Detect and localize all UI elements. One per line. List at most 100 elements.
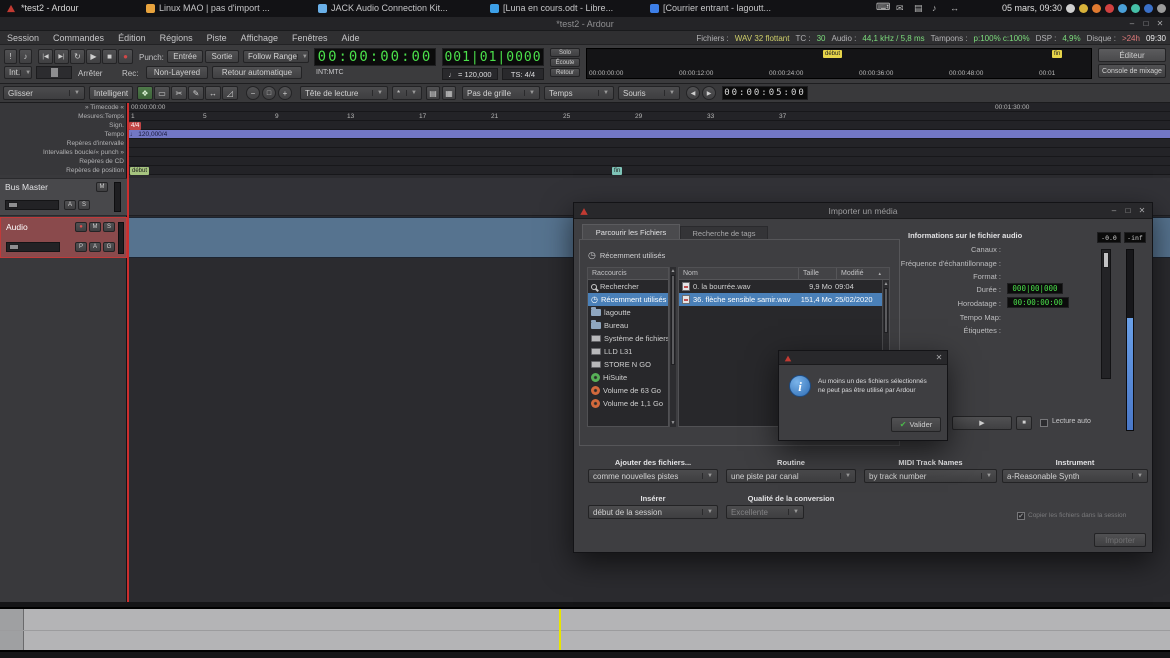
shortcut-home[interactable]: lagoutte <box>588 306 668 319</box>
ruler-label-timecode[interactable]: » Timecode « <box>0 103 124 112</box>
instrument-combo[interactable]: a-Reasonable Synth▼ <box>1002 469 1148 483</box>
preview-play-button[interactable]: ▶ <box>952 416 1012 430</box>
validate-button[interactable]: ✔ Valider <box>891 417 941 432</box>
loop-punch-ruler[interactable] <box>127 148 1170 157</box>
menu-commandes[interactable]: Commandes <box>46 33 111 43</box>
bus-s-button[interactable]: S <box>78 200 90 210</box>
stretch-tool-button[interactable]: ↔ <box>205 86 221 100</box>
shortcut-lld-l31[interactable]: LLD L31 <box>588 345 668 358</box>
mixer-window-button[interactable]: Console de mixage <box>1098 64 1166 78</box>
audio-track-header[interactable]: Audio ● M S P A G <box>0 217 127 258</box>
stop-button[interactable]: ■ <box>102 49 117 64</box>
track-a-button[interactable]: A <box>89 242 101 252</box>
range-tool-button[interactable]: ▭ <box>154 86 170 100</box>
zoom-fit-button[interactable]: □ <box>262 86 276 100</box>
ruler-label-range-markers[interactable]: Repères d'intervalle <box>0 139 124 148</box>
solo-button[interactable]: Solo <box>550 48 580 57</box>
goto-end-button[interactable]: ▶| <box>54 49 69 64</box>
shortcut-volume-63[interactable]: Volume de 63 Go <box>588 384 668 397</box>
start-marker[interactable]: début <box>130 167 149 175</box>
signature-marker[interactable]: 4/4 <box>129 122 141 130</box>
summary-strip[interactable] <box>0 607 1170 652</box>
mapping-combo[interactable]: une piste par canal▼ <box>726 469 856 483</box>
secondary-clock[interactable]: 001|01|0000 <box>442 48 544 66</box>
loop-button[interactable]: ↻ <box>70 49 85 64</box>
follow-range-combo[interactable]: Follow Range▼ <box>243 50 309 63</box>
taskbar-item[interactable]: JACK Audio Connection Kit... <box>331 3 448 13</box>
tempo-display[interactable]: ♩ = 120,000 <box>442 68 498 80</box>
fader-thumb[interactable] <box>1103 252 1109 268</box>
layer-mode-button[interactable]: Non-Layered <box>146 66 208 79</box>
shortcut-hisuite[interactable]: HiSuite <box>588 371 668 384</box>
editor-window-button[interactable]: Éditeur <box>1098 48 1166 62</box>
shuttle-slider[interactable] <box>36 66 72 79</box>
play-button[interactable]: ▶ <box>86 49 101 64</box>
grid-config-button[interactable]: ▦ <box>442 86 456 100</box>
monitor-options-button[interactable]: ♪ <box>19 49 32 64</box>
record-button[interactable]: ● <box>118 49 133 64</box>
shortcut-desktop[interactable]: Bureau <box>588 319 668 332</box>
tab-search-tags[interactable]: Recherche de tags <box>680 226 768 240</box>
system-clock[interactable]: 05 mars, 09:30 <box>1002 3 1062 13</box>
menu-fenetres[interactable]: Fenêtres <box>285 33 335 43</box>
signature-ruler[interactable]: 4/4 <box>127 121 1170 130</box>
tray-app-icon[interactable] <box>1092 4 1101 13</box>
tray-app-icon[interactable] <box>1118 4 1127 13</box>
audition-tool-button[interactable]: ◿ <box>222 86 238 100</box>
track-p-button[interactable]: P <box>75 242 87 252</box>
nudge-clock[interactable]: 00:00:05:00 <box>722 86 808 100</box>
preview-stop-button[interactable]: ■ <box>1016 416 1032 430</box>
transport-minimap[interactable]: début fin 00:00:00:00 00:00:12:00 00:00:… <box>586 48 1092 79</box>
track-mute-button[interactable]: M <box>89 222 101 232</box>
track-g-button[interactable]: G <box>103 242 115 252</box>
shuttle-thumb[interactable] <box>51 68 58 77</box>
playhead-line[interactable] <box>127 103 129 602</box>
panel-tray-icon[interactable]: ▤ <box>914 3 923 14</box>
zoom-out-button[interactable]: − <box>246 86 260 100</box>
dialog-minimize-button[interactable]: – <box>1108 206 1120 215</box>
track-solo-button[interactable]: S <box>103 222 115 232</box>
window-close-button[interactable]: ✕ <box>1154 19 1166 28</box>
draw-tool-button[interactable]: ✎ <box>188 86 204 100</box>
meter-display[interactable]: TS: 4/4 <box>502 68 544 80</box>
bus-gain-fader[interactable] <box>5 200 59 210</box>
length-clock[interactable]: 000|00|000 <box>1007 283 1063 294</box>
taskbar-item[interactable]: [Luna en cours.odt - Libre... <box>503 3 613 13</box>
ruler-label-loop-punch[interactable]: Intervalles boucle/« punch » <box>0 148 124 157</box>
punch-out-button[interactable]: Sortie <box>205 50 239 63</box>
marker-combo[interactable]: *▼ <box>392 86 422 100</box>
bus-mute-button[interactable]: M <box>96 182 108 192</box>
minimap-end-marker[interactable]: fin <box>1052 50 1062 58</box>
menu-edition[interactable]: Édition <box>111 33 153 43</box>
keyboard-layout-icon[interactable]: ⌨ <box>876 2 890 13</box>
cut-tool-button[interactable]: ✂ <box>171 86 187 100</box>
punch-in-button[interactable]: Entrée <box>167 50 203 63</box>
bus-a-button[interactable]: A <box>64 200 76 210</box>
tray-app-icon[interactable] <box>1144 4 1153 13</box>
add-files-combo[interactable]: comme nouvelles pistes▼ <box>588 469 718 483</box>
tempo-marker[interactable]: ♩ 120,000/4 <box>130 131 167 138</box>
track-record-arm-button[interactable]: ● <box>75 222 87 232</box>
column-header-name[interactable]: Nom <box>679 268 799 280</box>
window-minimize-button[interactable]: – <box>1126 19 1138 28</box>
preview-gain-fader[interactable] <box>1101 249 1111 379</box>
scroll-down-icon[interactable]: ▼ <box>670 420 676 426</box>
grid-type-combo[interactable]: Temps▼ <box>544 86 614 100</box>
menu-piste[interactable]: Piste <box>200 33 234 43</box>
error-dialog-titlebar[interactable]: ✕ <box>779 351 947 365</box>
insert-at-combo[interactable]: début de la session▼ <box>588 505 718 519</box>
taskbar-item[interactable]: Linux MAO | pas d'import ... <box>159 3 270 13</box>
dialog-titlebar[interactable]: Importer un média – □ ✕ <box>574 203 1152 219</box>
feedback-button[interactable]: Retour <box>550 68 580 77</box>
dialog-close-button[interactable]: ✕ <box>1136 206 1148 215</box>
auto-play-checkbox[interactable] <box>1040 419 1048 427</box>
summary-pane[interactable] <box>0 602 1170 658</box>
end-marker[interactable]: fin <box>612 167 622 175</box>
shortcut-volume-1-1[interactable]: Volume de 1,1 Go <box>588 397 668 410</box>
shortcuts-scrollbar[interactable]: ▲ ▼ <box>669 267 676 427</box>
grid-mode-combo[interactable]: Pas de grille▼ <box>462 86 540 100</box>
mail-tray-icon[interactable]: ✉ <box>896 3 904 14</box>
window-maximize-button[interactable]: □ <box>1140 19 1152 28</box>
edit-mode-combo[interactable]: Glisser▼ <box>3 86 85 100</box>
sync-source-combo[interactable]: Int.▼ <box>4 66 32 79</box>
